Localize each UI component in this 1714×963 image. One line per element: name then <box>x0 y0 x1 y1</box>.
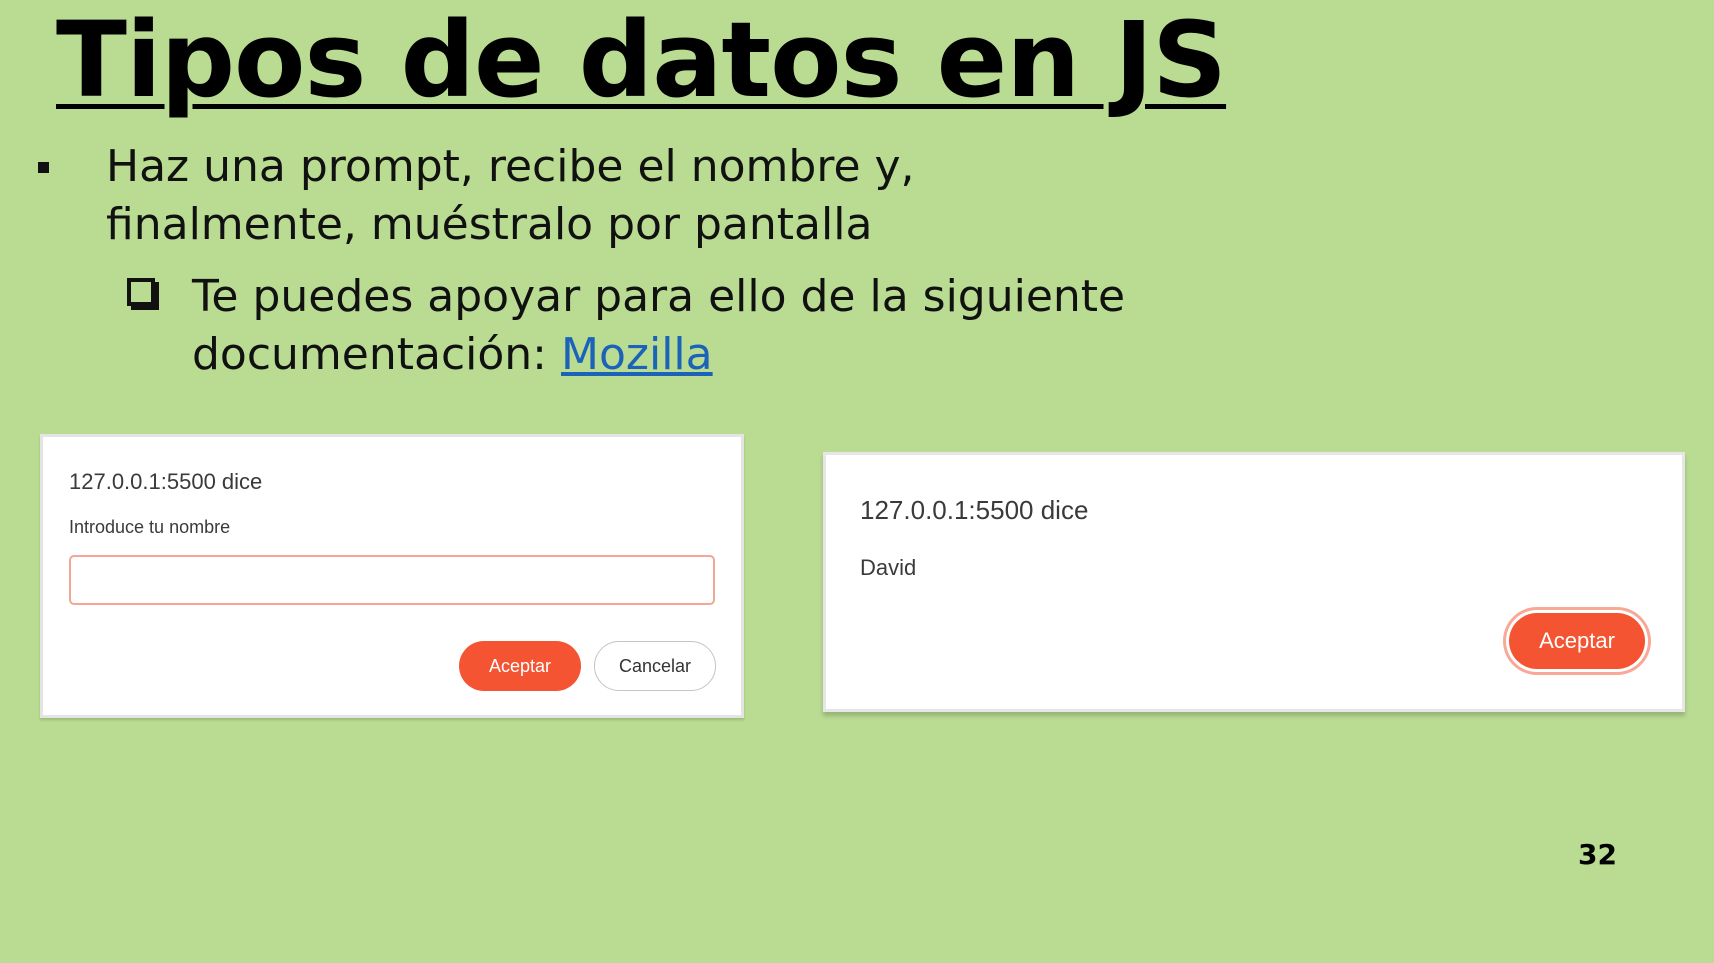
bullet-1-line-2: finalmente, muéstralo por pantalla <box>106 199 873 250</box>
mozilla-link[interactable]: Mozilla <box>561 329 713 380</box>
bullet-text-2: Te puedes apoyar para ello de la siguien… <box>192 268 1292 384</box>
alert-dialog: 127.0.0.1:5500 dice David Aceptar <box>823 452 1685 712</box>
checkbox-bullet-icon <box>127 278 155 306</box>
prompt-dialog: 127.0.0.1:5500 dice Introduce tu nombre … <box>40 434 744 718</box>
name-input[interactable] <box>69 555 715 605</box>
bullet-2-line-2: documentación: Mozilla <box>192 326 1292 384</box>
prompt-dialog-origin: 127.0.0.1:5500 dice <box>69 469 263 494</box>
alert-dialog-message: David <box>860 555 917 580</box>
square-bullet-icon <box>38 162 49 173</box>
alert-ok-button[interactable]: Aceptar <box>1509 613 1645 669</box>
page-number: 32 <box>1578 838 1617 871</box>
prompt-ok-button[interactable]: Aceptar <box>459 641 581 691</box>
slide-title: Tipos de datos en JS <box>56 0 1227 121</box>
bullet-2-prefix: documentación: <box>192 329 561 380</box>
bullet-2-line-1: Te puedes apoyar para ello de la siguien… <box>192 271 1126 322</box>
bullet-text-1: Haz una prompt, recibe el nombre y, fina… <box>106 138 1086 254</box>
bullet-1-line-1: Haz una prompt, recibe el nombre y, <box>106 141 915 192</box>
alert-dialog-origin: 127.0.0.1:5500 dice <box>860 495 1089 525</box>
prompt-cancel-button[interactable]: Cancelar <box>594 641 716 691</box>
prompt-dialog-message: Introduce tu nombre <box>69 517 231 537</box>
